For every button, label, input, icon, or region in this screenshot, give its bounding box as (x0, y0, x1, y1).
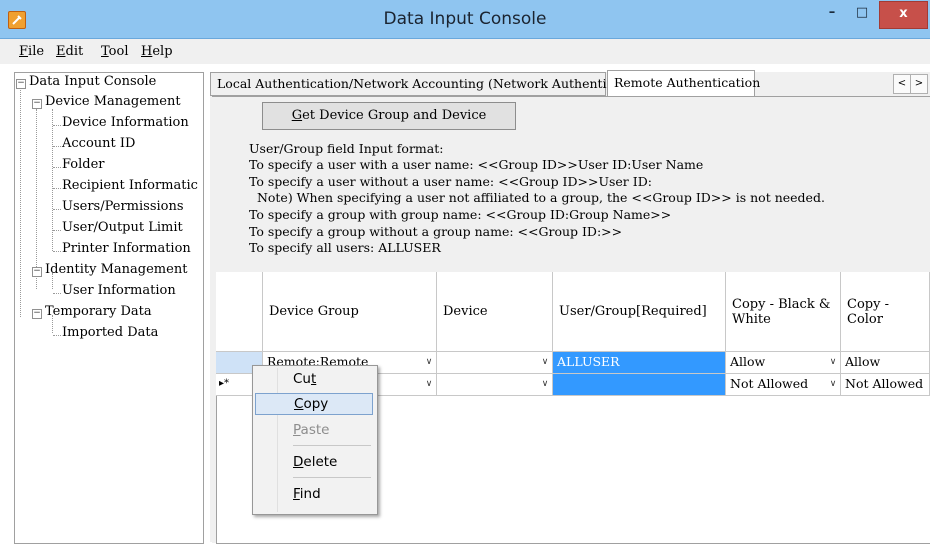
context-menu-find[interactable]: Find (255, 483, 373, 505)
collapse-icon[interactable]: − (32, 267, 42, 277)
chevron-down-icon[interactable]: ∨ (826, 374, 840, 394)
tree-connector (53, 251, 61, 252)
tab-scroll-right-button[interactable]: > (910, 74, 928, 94)
chevron-down-icon[interactable]: ∨ (826, 352, 840, 372)
menu-file[interactable]: File (19, 44, 44, 59)
column-header-user-group[interactable]: User/Group[Required] (553, 272, 726, 352)
window-title: Data Input Console (383, 9, 547, 29)
info-text: To specify a user without a user name: <… (249, 174, 652, 189)
tree-imported-data[interactable]: Imported Data (62, 325, 158, 340)
tree-connector (36, 109, 37, 289)
copy-bw-cell[interactable]: Not Allowed ∨ (726, 374, 841, 396)
minimize-button[interactable]: – (819, 1, 845, 27)
tree-user-output-limit[interactable]: User/Output Limit (62, 220, 183, 235)
collapse-icon[interactable]: − (16, 79, 26, 89)
tree-users-permissions[interactable]: Users/Permissions (62, 199, 184, 214)
info-text: To specify a group without a group name:… (249, 224, 623, 239)
tab-scroll-left-button[interactable]: < (893, 74, 911, 94)
get-device-group-button[interactable]: Get Device Group and Device (262, 102, 516, 130)
tab-remote-authentication[interactable]: Remote Authentication (607, 70, 760, 97)
chevron-down-icon[interactable]: ∨ (422, 352, 436, 372)
column-header-device[interactable]: Device (437, 272, 553, 352)
column-header-device-group[interactable]: Device Group (263, 272, 437, 352)
collapse-icon[interactable]: − (32, 309, 42, 319)
info-text: Note) When specifying a user not affilia… (249, 190, 825, 205)
close-button[interactable]: x (879, 1, 928, 29)
info-text: User/Group field Input format: (249, 141, 444, 156)
collapse-icon[interactable]: − (32, 99, 42, 109)
user-group-cell[interactable] (553, 374, 726, 396)
copy-bw-cell[interactable]: Allow ∨ (726, 352, 841, 374)
context-menu-cut[interactable]: Cut (255, 368, 373, 390)
tree-printer-information[interactable]: Printer Information (62, 241, 191, 256)
column-header-copy-color[interactable]: Copy - Color (841, 272, 930, 352)
copy-color-cell[interactable]: Not Allowed (841, 374, 930, 396)
tree-connector (53, 188, 61, 189)
info-text: To specify all users: ALLUSER (249, 240, 441, 255)
info-text: To specify a group with group name: <<Gr… (249, 207, 672, 222)
device-cell[interactable]: ∨ (437, 352, 553, 374)
context-menu-separator (293, 445, 371, 446)
tree-connector (53, 146, 61, 147)
chevron-down-icon[interactable]: ∨ (538, 352, 552, 372)
user-group-cell[interactable]: ALLUSER (553, 352, 726, 374)
chevron-down-icon[interactable]: ∨ (538, 374, 552, 394)
chevron-down-icon[interactable]: ∨ (422, 374, 436, 394)
tree-identity-management[interactable]: Identity Management (45, 262, 187, 277)
tree-connector (20, 87, 21, 317)
info-text: To specify a user with a user name: <<Gr… (249, 157, 704, 172)
tree-connector (53, 293, 61, 294)
tab-bar: Local Authentication/Network Accounting … (210, 70, 930, 97)
maximize-button[interactable]: □ (849, 1, 875, 27)
device-cell[interactable]: ∨ (437, 374, 553, 396)
tree-recipient-information[interactable]: Recipient Informatic (62, 178, 198, 193)
tree-temporary-data[interactable]: Temporary Data (45, 304, 152, 319)
menu-bar (0, 39, 930, 64)
context-menu: Cut Copy Paste Delete Find (252, 365, 378, 515)
tree-root[interactable]: Data Input Console (29, 74, 156, 89)
column-header-copy-bw[interactable]: Copy - Black & White (726, 272, 841, 352)
tree-account-id[interactable]: Account ID (62, 136, 135, 151)
grid-corner-header (216, 272, 263, 352)
tree-user-information[interactable]: User Information (62, 283, 176, 298)
tree-connector (53, 167, 61, 168)
navigation-tree[interactable]: − Data Input Console − Device Management… (14, 72, 204, 544)
tree-connector (53, 335, 61, 336)
tree-device-information[interactable]: Device Information (62, 115, 189, 130)
context-menu-separator (293, 477, 371, 478)
tree-connector (53, 230, 61, 231)
tree-connector (53, 209, 61, 210)
menu-tool[interactable]: Tool (101, 44, 128, 59)
tab-local-authentication[interactable]: Local Authentication/Network Accounting … (210, 72, 650, 96)
context-menu-paste[interactable]: Paste (255, 419, 373, 441)
tree-connector (53, 125, 61, 126)
menu-edit[interactable]: Edit (56, 44, 83, 59)
tree-folder[interactable]: Folder (62, 157, 105, 172)
copy-color-cell[interactable]: Allow (841, 352, 930, 374)
context-menu-delete[interactable]: Delete (255, 451, 373, 473)
menu-help[interactable]: Help (141, 44, 173, 59)
tree-device-management[interactable]: Device Management (45, 94, 181, 109)
context-menu-copy[interactable]: Copy (255, 393, 373, 415)
